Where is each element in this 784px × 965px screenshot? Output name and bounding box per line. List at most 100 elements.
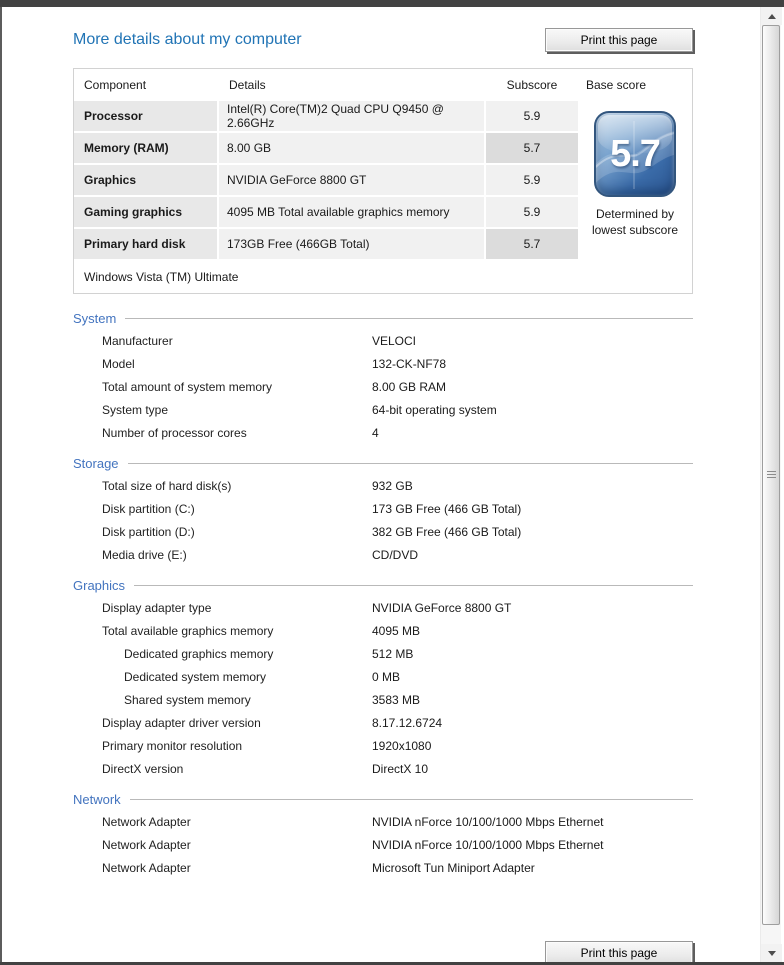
detail-value: 4	[372, 425, 379, 440]
detail-value: NVIDIA nForce 10/100/1000 Mbps Ethernet	[372, 814, 604, 829]
detail-value: 64-bit operating system	[372, 402, 497, 417]
detail-row-indented: Shared system memory 3583 MB	[73, 688, 693, 711]
table-row-component: Graphics	[74, 165, 219, 197]
detail-label: DirectX version	[102, 761, 184, 776]
section-divider	[127, 462, 693, 464]
page-header: More details about my computer Print thi…	[73, 28, 693, 54]
section-storage: Storage Total size of hard disk(s) 932 GB…	[73, 452, 693, 566]
table-row-subscore: 5.9	[486, 165, 578, 197]
scroll-down-button[interactable]	[761, 944, 782, 962]
base-score-badge: 5.7	[594, 111, 676, 197]
os-name: Windows Vista (TM) Ultimate	[74, 261, 692, 293]
detail-value: VELOCI	[372, 333, 417, 348]
window-frame-left	[0, 7, 2, 962]
detail-label: Disk partition (C:)	[102, 501, 195, 516]
details-page: More details about my computer Print thi…	[2, 7, 784, 965]
detail-label: Display adapter driver version	[102, 715, 261, 730]
detail-label: System type	[102, 402, 169, 417]
detail-label: Dedicated system memory	[124, 669, 267, 684]
detail-row: Disk partition (C:) 173 GB Free (466 GB T…	[73, 497, 693, 520]
detail-value: 4095 MB	[372, 623, 421, 638]
table-row-component: Memory (RAM)	[74, 133, 219, 165]
detail-row: Total size of hard disk(s) 932 GB	[73, 474, 693, 497]
detail-value: 132-CK-NF78	[372, 356, 447, 371]
detail-label: Display adapter type	[102, 600, 212, 615]
detail-label: Model	[102, 356, 135, 371]
detail-value: 3583 MB	[372, 692, 421, 707]
table-row-subscore-lowest: 5.7	[486, 229, 578, 261]
detail-row: Total available graphics memory 4095 MB	[73, 619, 693, 642]
section-divider	[129, 798, 693, 800]
base-score-value: 5.7	[610, 132, 661, 175]
detail-value: Microsoft Tun Miniport Adapter	[372, 860, 535, 875]
table-row-component: Processor	[74, 101, 219, 133]
detail-row: Disk partition (D:) 382 GB Free (466 GB T…	[73, 520, 693, 543]
detail-row-indented: Dedicated graphics memory 512 MB	[73, 642, 693, 665]
detail-value: NVIDIA GeForce 8800 GT	[372, 600, 512, 615]
section-system: System Manufacturer VELOCI Model 132-CK-NF…	[73, 307, 693, 444]
detail-row: Network Adapter NVIDIA nForce 10/100/1000…	[73, 833, 693, 856]
detail-label: Disk partition (D:)	[102, 524, 195, 539]
table-row-component: Primary hard disk	[74, 229, 219, 261]
scrollbar-grip-icon	[766, 470, 776, 480]
detail-row: Network Adapter Microsoft Tun Miniport Ad…	[73, 856, 693, 879]
detail-row: Primary monitor resolution 1920x1080	[73, 734, 693, 757]
detail-value: CD/DVD	[372, 547, 419, 562]
scrollbar-track[interactable]	[761, 25, 782, 944]
detail-value: 932 GB	[372, 478, 413, 493]
scroll-up-button[interactable]	[761, 7, 782, 25]
detail-value: 8.00 GB RAM	[372, 379, 447, 394]
detail-value: 173 GB Free (466 GB Total)	[372, 501, 522, 516]
detail-label: Total amount of system memory	[102, 379, 273, 394]
detail-row: Total amount of system memory 8.00 GB RAM	[73, 375, 693, 398]
section-title: Storage	[73, 455, 119, 471]
detail-label: Primary monitor resolution	[102, 738, 243, 753]
detail-value: 1920x1080	[372, 738, 432, 753]
detail-row: Manufacturer VELOCI	[73, 329, 693, 352]
detail-label: Dedicated graphics memory	[124, 646, 274, 661]
table-row-details: 4095 MB Total available graphics memory	[219, 197, 486, 229]
detail-label: Total available graphics memory	[102, 623, 274, 638]
column-header-subscore: Subscore	[486, 69, 578, 101]
page-title: More details about my computer	[73, 31, 302, 48]
base-score-cell: 5.7 Determined by lowest subscore	[578, 101, 692, 261]
score-table: Component Details Subscore Base score Pr…	[73, 68, 693, 294]
detail-label: Media drive (E:)	[102, 547, 187, 562]
print-button-top[interactable]: Print this page	[545, 28, 693, 52]
table-row-details: 173GB Free (466GB Total)	[219, 229, 486, 261]
scrollbar-thumb[interactable]	[762, 25, 780, 925]
section-divider	[125, 317, 693, 319]
detail-row-indented: Dedicated system memory 0 MB	[73, 665, 693, 688]
detail-label: Manufacturer	[102, 333, 173, 348]
column-header-base-score: Base score	[578, 69, 692, 101]
section-title: Network	[73, 791, 121, 807]
table-row-details: 8.00 GB	[219, 133, 486, 165]
detail-label: Network Adapter	[102, 860, 191, 875]
table-row-details: NVIDIA GeForce 8800 GT	[219, 165, 486, 197]
section-title: Graphics	[73, 577, 126, 593]
detail-row: Number of processor cores 4	[73, 421, 693, 444]
detail-row: Media drive (E:) CD/DVD	[73, 543, 693, 566]
detail-label: Network Adapter	[102, 837, 191, 852]
detail-row: DirectX version DirectX 10	[73, 757, 693, 780]
detail-value: NVIDIA nForce 10/100/1000 Mbps Ethernet	[372, 837, 604, 852]
detail-row: Display adapter type NVIDIA GeForce 8800 …	[73, 596, 693, 619]
vertical-scrollbar[interactable]	[760, 7, 782, 962]
table-row-subscore: 5.9	[486, 101, 578, 133]
section-title: System	[73, 310, 117, 326]
base-score-caption: Determined by lowest subscore	[592, 206, 678, 238]
detail-value: 8.17.12.6724	[372, 715, 443, 730]
detail-row: Network Adapter NVIDIA nForce 10/100/1000…	[73, 810, 693, 833]
base-score-caption-line1: Determined by	[595, 207, 675, 221]
detail-label: Number of processor cores	[102, 425, 247, 440]
detail-row: System type 64-bit operating system	[73, 398, 693, 421]
detail-value: DirectX 10	[372, 761, 429, 776]
detail-row: Model 132-CK-NF78	[73, 352, 693, 375]
table-row-component: Gaming graphics	[74, 197, 219, 229]
detail-value: 0 MB	[372, 669, 401, 684]
triangle-down-icon	[767, 950, 776, 956]
detail-row: Display adapter driver version 8.17.12.67…	[73, 711, 693, 734]
column-header-component: Component	[74, 69, 219, 101]
detail-label: Shared system memory	[124, 692, 251, 707]
section-divider	[134, 584, 693, 586]
